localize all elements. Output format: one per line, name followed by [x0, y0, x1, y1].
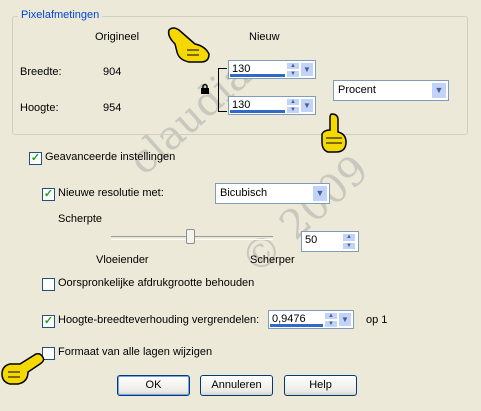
advanced-settings-label: Geavanceerde instellingen — [45, 151, 176, 163]
sharpness-label: Scherpte — [58, 213, 103, 225]
column-new-header: Nieuw — [249, 31, 280, 43]
pointing-hand-icon — [167, 27, 210, 63]
ratio-suffix: op 1 — [366, 314, 388, 326]
cancel-button[interactable]: Annuleren — [200, 375, 273, 396]
width-new-spinbox[interactable]: 130 ▲ ▼ ▼ — [228, 60, 316, 79]
spin-up-icon[interactable]: ▲ — [286, 98, 300, 106]
ratio-spinbox[interactable]: 0,9476 ▲ ▼ ▼ — [268, 310, 354, 329]
help-button[interactable]: Help — [284, 375, 357, 396]
height-original-value: 954 — [103, 102, 122, 114]
spin-down-icon[interactable]: ▼ — [342, 241, 356, 250]
spin-up-icon[interactable]: ▲ — [342, 233, 356, 242]
lock-icon[interactable] — [200, 83, 210, 95]
advanced-settings-checkbox[interactable]: ✓ — [29, 152, 42, 165]
unit-dropdown[interactable]: Procent ▼ — [333, 80, 449, 101]
group-legend: Pixelafmetingen — [18, 9, 103, 21]
height-slider-bar[interactable] — [230, 110, 285, 113]
height-new-spinbox[interactable]: 130 ▲ ▼ ▼ — [228, 96, 316, 115]
spin-down-icon[interactable]: ▼ — [286, 106, 300, 114]
width-slider-bar[interactable] — [230, 74, 285, 77]
lock-ratio-checkbox[interactable]: ✓ — [42, 315, 55, 328]
keep-print-size-checkbox[interactable] — [42, 278, 55, 291]
spin-down-icon[interactable]: ▼ — [286, 70, 300, 78]
chevron-down-icon[interactable]: ▼ — [312, 185, 328, 202]
spin-up-icon[interactable]: ▲ — [324, 312, 338, 320]
unit-value: Procent — [338, 84, 376, 96]
spin-down-icon[interactable]: ▼ — [324, 320, 338, 328]
spin-up-icon[interactable]: ▲ — [286, 62, 300, 70]
chevron-down-icon[interactable]: ▼ — [300, 98, 314, 113]
sharpness-spin-buttons[interactable]: ▲ ▼ — [342, 233, 356, 250]
ok-button[interactable]: OK — [117, 375, 190, 396]
pointing-hand-icon — [321, 113, 347, 153]
sharpness-min-label: Vloeiender — [96, 254, 149, 266]
sharpness-value: 50 — [305, 234, 318, 246]
sharpness-max-label: Scherper — [250, 254, 295, 266]
new-resolution-checkbox[interactable]: ✓ — [42, 188, 55, 201]
new-resolution-label: Nieuwe resolutie met: — [58, 187, 164, 199]
chevron-down-icon[interactable]: ▼ — [338, 312, 352, 327]
chevron-down-icon[interactable]: ▼ — [300, 62, 314, 77]
resample-method-dropdown[interactable]: Bicubisch ▼ — [215, 183, 330, 204]
height-spin-buttons[interactable]: ▲ ▼ — [286, 98, 300, 114]
lock-ratio-label: Hoogte-breedteverhouding vergrendelen: — [58, 314, 260, 326]
keep-print-size-label: Oorspronkelijke afdrukgrootte behouden — [58, 277, 255, 289]
width-spin-buttons[interactable]: ▲ ▼ — [286, 62, 300, 78]
all-layers-label: Formaat van alle lagen wijzigen — [58, 346, 213, 358]
resample-method-value: Bicubisch — [220, 187, 268, 199]
pointing-hand-icon — [1, 353, 45, 385]
sharpness-slider-thumb[interactable] — [186, 229, 195, 244]
ratio-spin-buttons[interactable]: ▲ ▼ — [324, 312, 338, 328]
chevron-down-icon[interactable]: ▼ — [431, 82, 447, 99]
sharpness-spinbox[interactable]: 50 ▲ ▼ — [301, 231, 359, 252]
column-original-header: Origineel — [95, 31, 140, 43]
width-label: Breedte: — [20, 66, 62, 78]
ratio-slider-bar[interactable] — [270, 324, 323, 327]
width-original-value: 904 — [103, 66, 122, 78]
link-bracket — [218, 68, 227, 112]
height-label: Hoogte: — [20, 102, 59, 114]
